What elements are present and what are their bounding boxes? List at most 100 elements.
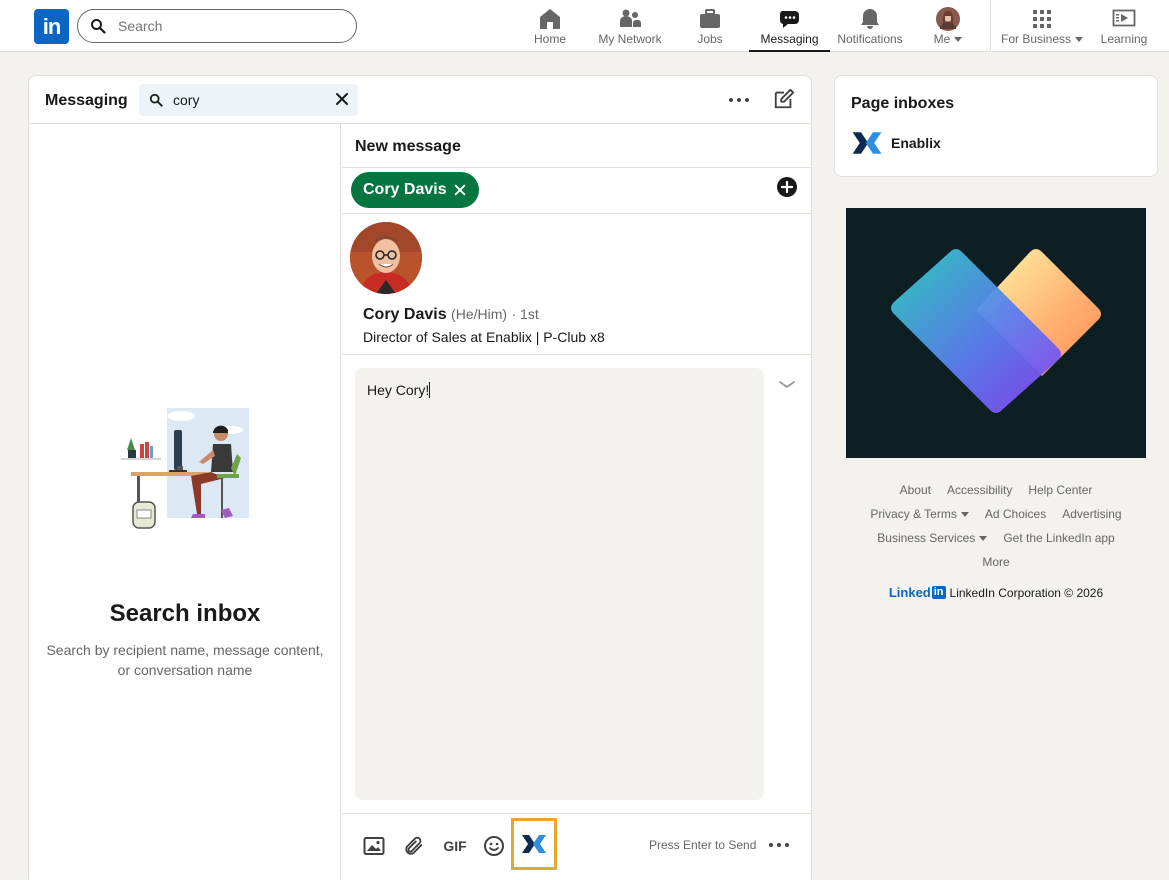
nav-label: My Network (598, 32, 662, 46)
nav-label: Learning (1100, 32, 1148, 46)
recipient-headline: Director of Sales at Enablix | P-Club x8 (363, 329, 605, 345)
nav-notifications[interactable]: Notifications (836, 0, 904, 52)
footer-link-ad-choices[interactable]: Ad Choices (985, 507, 1046, 521)
chevron-down-icon[interactable] (778, 380, 796, 390)
nav-messaging[interactable]: Messaging (749, 0, 830, 52)
page-inboxes-card: Page inboxes Enablix (834, 75, 1158, 177)
nav-label: Notifications (837, 32, 903, 46)
emoji-button[interactable] (482, 832, 506, 860)
recipient-row: Cory Davis (342, 168, 811, 214)
attach-image-button[interactable] (362, 832, 386, 860)
nav-for-business[interactable]: For Business (1001, 0, 1084, 52)
corporation-line: Linked in LinkedIn Corporation © 2026 (846, 585, 1146, 600)
page-inboxes-title: Page inboxes (851, 95, 955, 112)
enablix-logo-icon (852, 132, 882, 154)
messaging-title: Messaging (45, 92, 128, 109)
nav-label: For Business (1001, 32, 1084, 46)
nav-divider (990, 0, 991, 52)
search-icon (149, 93, 163, 107)
attach-file-button[interactable] (402, 832, 426, 860)
footer-link-help-center[interactable]: Help Center (1028, 483, 1092, 497)
nav-label: Jobs (697, 32, 723, 46)
top-nav: in Home My Network Jobs Messaging Notifi… (0, 0, 1169, 52)
message-editor[interactable]: Hey Cory! (355, 368, 764, 800)
text-cursor (429, 382, 431, 398)
empty-state-title: Search inbox (109, 600, 261, 627)
messaging-card: Messaging cory Search inbox Search by re… (28, 75, 812, 880)
search-input[interactable] (118, 18, 338, 34)
close-icon[interactable] (334, 91, 350, 107)
recipient-profile: Cory Davis (He/Him) · 1st Director of Sa… (342, 214, 811, 355)
briefcase-icon (700, 9, 720, 28)
footer-link-get-app[interactable]: Get the LinkedIn app (1003, 531, 1114, 545)
recipient-name-line: Cory Davis (He/Him) · 1st (363, 306, 539, 324)
chevron-down-icon (1075, 37, 1084, 43)
compose-icon[interactable] (773, 88, 795, 110)
avatar[interactable] (350, 222, 422, 294)
grid-icon (1033, 10, 1051, 28)
linkedin-wordmark: Linked (888, 585, 931, 600)
footer-link-advertising[interactable]: Advertising (1062, 507, 1121, 521)
new-message-pane: New message Cory Davis Cory Davis (He/Hi… (342, 124, 811, 880)
advertisement[interactable] (846, 208, 1146, 458)
avatar (936, 7, 960, 31)
new-message-header: New message (342, 124, 811, 168)
recipient-pill-label: Cory Davis (363, 181, 447, 198)
message-draft-text[interactable]: Hey Cory! (367, 382, 429, 398)
messaging-search[interactable]: cory (139, 84, 358, 116)
press-enter-hint: Press Enter to Send (649, 838, 757, 852)
footer-link-business-services[interactable]: Business Services (877, 531, 988, 545)
page-inbox-item[interactable]: Enablix (851, 131, 941, 155)
conversation-list-pane: Search inbox Search by recipient name, m… (29, 124, 341, 880)
footer-link-accessibility[interactable]: Accessibility (947, 483, 1012, 497)
new-message-title: New message (355, 138, 461, 155)
add-recipient-button[interactable] (777, 177, 797, 197)
footer-link-privacy-terms[interactable]: Privacy & Terms (870, 507, 969, 521)
messaging-icon (779, 11, 799, 28)
more-options-button[interactable] (729, 98, 749, 102)
chevron-down-icon (954, 37, 963, 43)
linkedin-logo[interactable]: in (34, 9, 69, 44)
page-inbox-name: Enablix (891, 135, 941, 151)
nav-learning[interactable]: Learning (1101, 0, 1147, 52)
gif-button[interactable]: GIF (442, 832, 468, 860)
search-inbox-illustration (121, 408, 249, 529)
home-icon (540, 9, 560, 29)
learning-icon (1112, 9, 1136, 27)
emoji-icon (484, 836, 504, 856)
recipient-pill[interactable]: Cory Davis (351, 172, 479, 208)
copyright-text: LinkedIn Corporation © 2026 (949, 585, 1104, 600)
nav-jobs[interactable]: Jobs (694, 0, 726, 52)
connection-degree: · 1st (511, 306, 539, 322)
plus-icon (781, 181, 793, 193)
nav-label: Home (533, 32, 566, 46)
paperclip-icon (405, 836, 423, 855)
nav-my-network[interactable]: My Network (597, 0, 663, 52)
search-icon (91, 19, 106, 34)
nav-me[interactable]: Me (932, 0, 964, 52)
close-icon[interactable] (453, 183, 467, 197)
heart-logo-graphic (891, 249, 1101, 413)
footer-link-more[interactable]: More (982, 555, 1009, 569)
nav-home[interactable]: Home (529, 0, 571, 52)
image-icon (363, 837, 385, 855)
bell-icon (861, 9, 879, 29)
composer-more-button[interactable] (769, 843, 789, 847)
linkedin-wordmark-box: in (931, 586, 946, 599)
nav-label: Me (934, 32, 963, 46)
global-search[interactable] (77, 9, 357, 43)
messaging-search-input[interactable]: cory (173, 92, 199, 108)
network-icon (620, 9, 641, 27)
messaging-header: Messaging cory (29, 76, 811, 124)
nav-label: Messaging (760, 32, 819, 46)
recipient-pronouns: (He/Him) (451, 306, 508, 322)
enablix-logo-icon (522, 835, 546, 853)
chevron-down-icon (960, 512, 969, 518)
empty-state-subtitle: Search by recipient name, message conten… (46, 642, 324, 678)
enablix-extension-button[interactable] (511, 818, 557, 870)
footer-links: About Accessibility Help Center Privacy … (846, 478, 1146, 574)
chevron-down-icon (979, 536, 988, 542)
recipient-name[interactable]: Cory Davis (363, 306, 447, 323)
composer-toolbar: GIF Press Enter to Send (342, 813, 811, 880)
footer-link-about[interactable]: About (900, 483, 931, 497)
